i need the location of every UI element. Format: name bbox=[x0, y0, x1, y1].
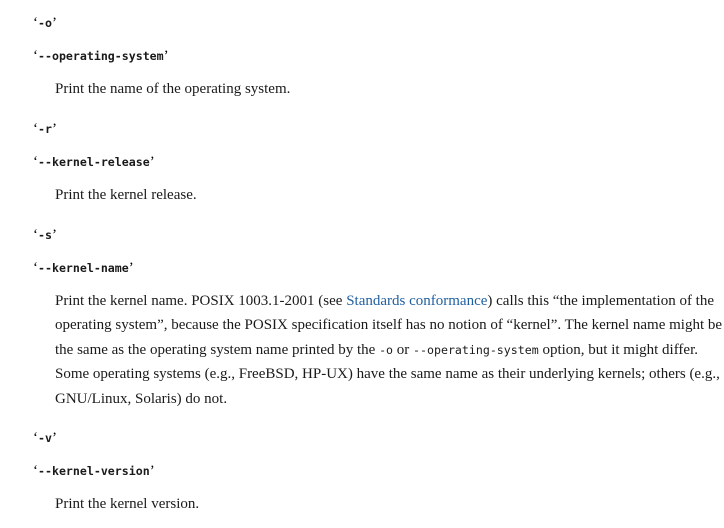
option-description-kernel-name: Print the kernel name. POSIX 1003.1-2001… bbox=[55, 289, 723, 411]
description-text: Print the kernel name. POSIX 1003.1-2001… bbox=[55, 293, 347, 309]
option-term-operating-system: ‘--operating-system’ bbox=[33, 48, 169, 64]
option-term-short-r: ‘-r’ bbox=[33, 121, 57, 137]
inline-code-operating-system: --operating-system bbox=[413, 342, 539, 357]
option-term-kernel-release: ‘--kernel-release’ bbox=[33, 154, 155, 170]
option-term-short-s: ‘-s’ bbox=[33, 227, 57, 243]
option-term-short-v: ‘-v’ bbox=[33, 430, 57, 446]
standards-conformance-link[interactable]: Standards conformance bbox=[346, 293, 487, 309]
description-text: or bbox=[393, 341, 414, 358]
option-term-kernel-version: ‘--kernel-version’ bbox=[33, 463, 155, 479]
inline-code-short-o: -o bbox=[379, 342, 394, 357]
option-description-operating-system: Print the name of the operating system. bbox=[55, 81, 291, 97]
option-description-kernel-version: Print the kernel version. bbox=[55, 496, 200, 512]
option-term-kernel-name: ‘--kernel-name’ bbox=[33, 260, 134, 276]
option-description-kernel-release: Print the kernel release. bbox=[55, 187, 197, 203]
option-term-short-o: ‘-o’ bbox=[33, 15, 57, 31]
